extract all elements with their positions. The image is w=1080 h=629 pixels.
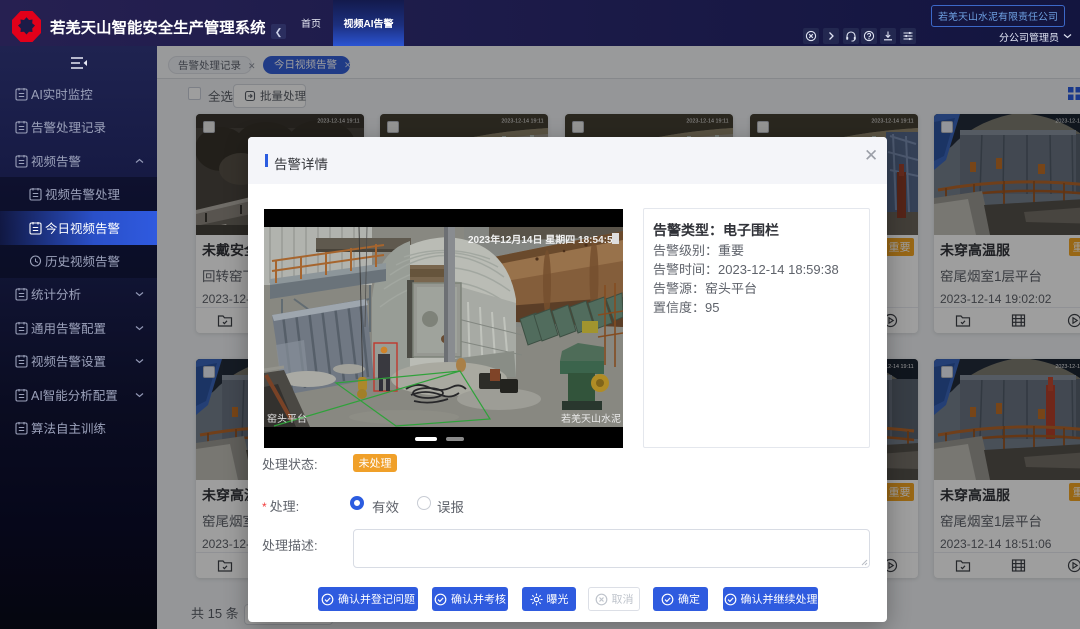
svg-text:若羌天山水泥: 若羌天山水泥 (561, 410, 621, 425)
svg-text:窑头平台: 窑头平台 (267, 410, 307, 425)
svg-text:2023年12月14日 星期四 18:54:5: 2023年12月14日 星期四 18:54:5 (468, 231, 613, 246)
